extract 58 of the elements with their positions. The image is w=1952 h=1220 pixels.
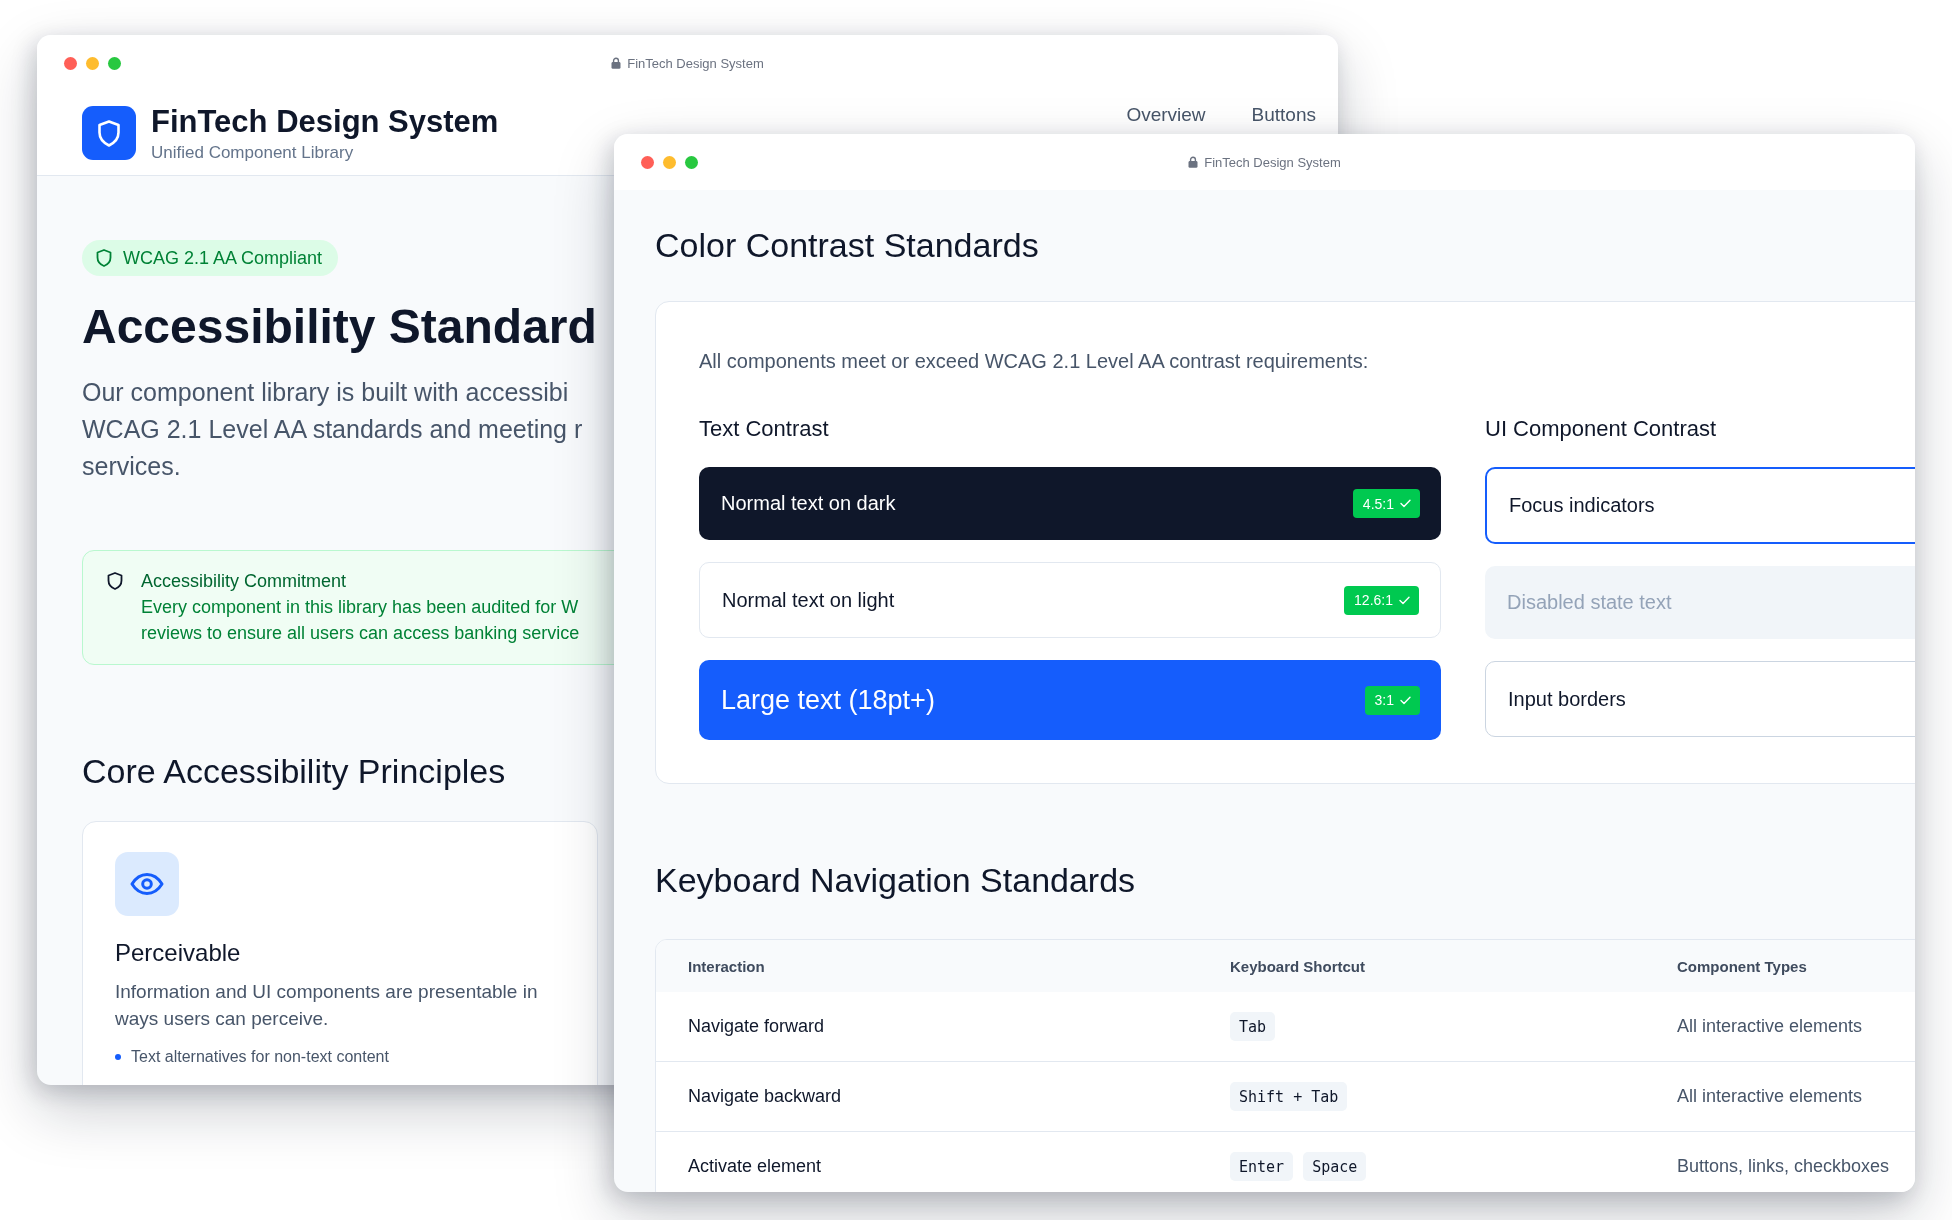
component-types-text: Buttons, links, checkboxes [1677,1156,1890,1177]
interaction-text: Activate element [688,1156,822,1177]
group-heading: Text Contrast [699,415,829,443]
shield-icon [96,249,112,267]
shortcut-key: Tab [1230,1012,1276,1041]
card-title: Perceivable [115,938,241,968]
component-types-text: All interactive elements [1677,1086,1863,1107]
interaction-text: Navigate backward [688,1086,842,1107]
window-title: FinTech Design System [627,55,764,71]
column-header: Component Types [1677,957,1807,975]
commitment-text: Every component in this library has been audited for W reviews to ensure all users can access banking service [141,596,580,645]
check-icon [1400,499,1411,508]
lock-icon [611,57,622,69]
compliance-label: WCAG 2.1 AA Compliant [123,247,323,269]
group-heading: UI Component Contrast [1485,415,1717,443]
focus-sample: Focus indicators [1485,467,1915,544]
bullet-text: Text alternatives for non-text content [131,1047,389,1067]
close-button[interactable] [64,56,77,70]
section-heading: Keyboard Navigation Standards [655,860,1136,900]
nav-link[interactable]: Buttons [1251,104,1316,126]
shield-icon [107,572,123,590]
sample-label: Normal text on dark [721,492,896,515]
intro-paragraph: Our component library is built with accessibi WCAG 2.1 Level AA standards and meeting r services. [82,377,583,482]
zoom-button[interactable] [685,155,698,169]
shield-icon [82,106,136,160]
check-icon [1399,595,1410,605]
nav-link[interactable]: Overview [1126,104,1206,126]
column-header: Interaction [688,957,765,975]
section-heading: Core Accessibility Principles [82,751,506,791]
bullet-icon [115,1054,121,1060]
column-header: Keyboard Shortcut [1230,957,1365,975]
window-title: FinTech Design System [1204,154,1341,170]
shortcut-key: Shift + Tab [1230,1082,1348,1111]
lock-icon [1188,156,1199,168]
input-border-sample: Input borders [1485,661,1915,737]
eye-icon [115,852,179,916]
minimize-button[interactable] [663,155,676,169]
brand-name: FinTech Design System [151,103,499,140]
shortcut-key: Enter [1230,1152,1294,1181]
page-heading: Accessibility Standard [82,299,597,355]
close-button[interactable] [641,155,654,169]
component-types-text: All interactive elements [1677,1016,1863,1037]
commitment-title: Accessibility Commitment [141,570,347,593]
shortcut-key: Space [1303,1152,1367,1181]
contrast-ratio: 3:1 [1374,692,1394,708]
zoom-button[interactable] [108,56,121,70]
check-icon [1400,695,1411,705]
disabled-sample: Disabled state text [1485,566,1915,639]
interaction-text: Navigate forward [688,1016,825,1037]
minimize-button[interactable] [86,56,99,70]
contrast-ratio: 4.5:1 [1362,495,1394,512]
sample-label: Normal text on light [722,588,895,612]
contrast-ratio: 12.6:1 [1354,592,1393,608]
contrast-intro: All components meet or exceed WCAG 2.1 Level AA contrast requirements: [699,349,1369,374]
brand-tagline: Unified Component Library [151,142,355,163]
section-heading: Color Contrast Standards [655,225,1039,265]
sample-label: Large text (18pt+) [721,684,935,716]
card-description: Information and UI components are presentable in ways users can perceive. [115,980,539,1031]
